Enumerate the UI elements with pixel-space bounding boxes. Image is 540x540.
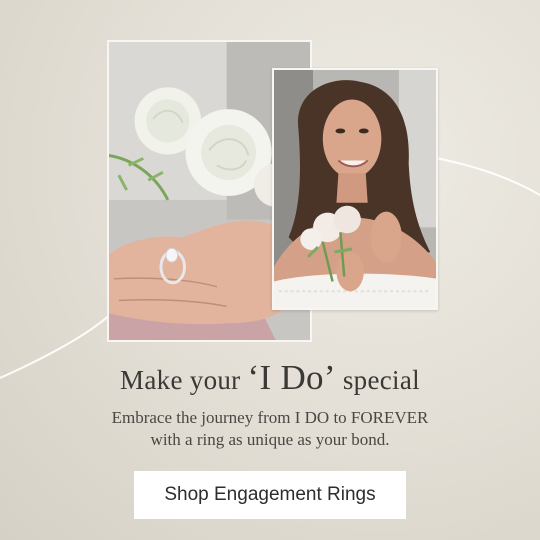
subtext-line-1: Embrace the journey from I DO to FOREVER bbox=[111, 408, 429, 427]
shop-engagement-rings-button[interactable]: Shop Engagement Rings bbox=[134, 471, 406, 519]
headline-end: special bbox=[335, 365, 420, 395]
subtext: Embrace the journey from I DO to FOREVER… bbox=[0, 407, 540, 451]
headline: Make your ‘I Do’ special bbox=[0, 358, 540, 398]
promo-banner: Make your ‘I Do’ special Embrace the jou… bbox=[0, 0, 540, 540]
woman-roses-photo bbox=[272, 68, 438, 310]
subtext-line-2: with a ring as unique as your bond. bbox=[150, 430, 390, 449]
headline-emphasis: ‘I Do’ bbox=[247, 358, 336, 397]
headline-start: Make your bbox=[120, 365, 248, 395]
